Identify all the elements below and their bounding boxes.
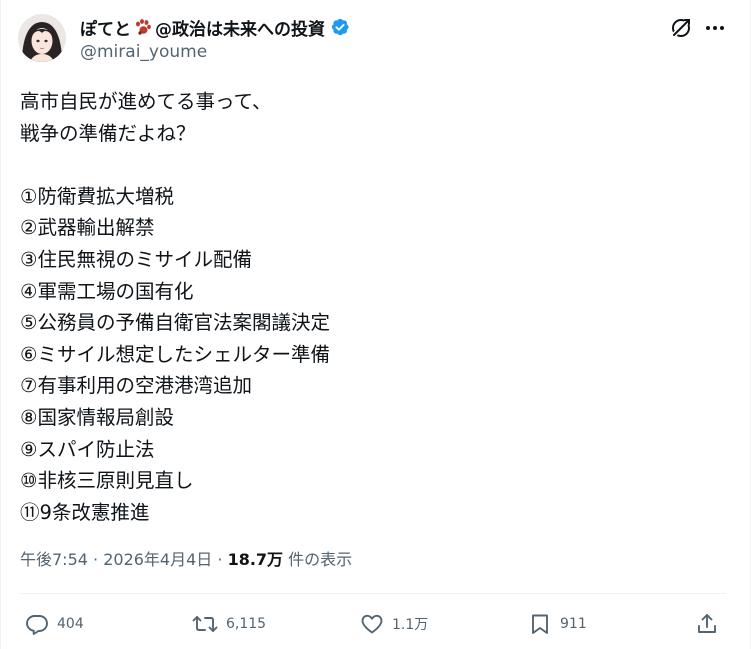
author-name[interactable]: ぽてと @政治は未来への投資 [80,13,350,41]
tweet-date[interactable]: 2026年4月4日 [103,550,212,569]
tweet-line: ⑦有事利用の空港港湾追加 [20,374,252,398]
tweet-line: 高市自民が進めてる事って、 [20,90,272,113]
bookmark-count: 911 [560,616,587,632]
bookmark-button[interactable]: 911 [528,609,587,639]
author-handle[interactable]: @mirai_youme [80,42,207,62]
like-icon [361,614,383,634]
tweet-line: ⑤公務員の予備自衛官法案閣議決定 [20,311,330,335]
tweet-line: ③住民無視のミサイル配備 [20,247,252,271]
tweet-line: ⑧国家情報局創設 [20,405,174,429]
avatar[interactable] [18,14,66,62]
tweet-line: ⑪9条改憲推進 [20,500,150,524]
tweet-line: ⑩非核三原則見直し [20,469,194,493]
tweet-text: 高市自民が進めてる事って、 戦争の準備だよね？ ①防衛費拡大増税 ②武器輸出解禁… [20,86,720,528]
tweet-card: ぽてと @政治は未来への投資 @mirai_youme 高市自民が進めてる事って… [0,0,751,649]
avatar-illustration [18,14,66,62]
meta-separator: · [87,550,104,569]
share-icon [698,614,716,633]
tweet-line: ⑨スパイ防止法 [20,437,155,461]
tweet-line: 戦争の準備だよね？ [20,121,196,145]
display-name-prefix: ぽてと [80,19,131,40]
like-button[interactable]: 1.1万 [360,609,428,639]
reply-icon [26,615,48,635]
grok-icon[interactable] [668,15,694,41]
divider [20,593,726,594]
share-button[interactable] [695,609,719,639]
tweet-line: ⑥ミサイル想定したシェルター準備 [20,342,330,366]
verified-badge-icon [330,17,350,37]
repost-button[interactable]: 6,115 [192,609,266,639]
like-count: 1.1万 [392,617,429,633]
more-icon[interactable] [702,15,728,41]
meta-separator: · [212,550,228,569]
reply-button[interactable]: 404 [25,609,84,639]
display-name-suffix: @政治は未来への投資 [155,19,325,40]
repost-count: 6,115 [226,616,267,632]
view-count: 18.7万 [227,550,284,569]
tweet-time[interactable]: 午後7:54 [20,550,88,569]
paw-icon [134,18,152,36]
tweet-line: ②武器輸出解禁 [20,216,155,240]
tweet-line: ④軍需工場の国有化 [20,279,194,303]
view-label: 件の表示 [283,550,353,569]
bookmark-icon [532,614,548,634]
tweet-meta: 午後7:54 · 2026年4月4日 · 18.7万 件の表示 [20,546,352,570]
repost-icon [192,616,218,632]
reply-count: 404 [57,616,84,632]
tweet-line: ①防衛費拡大増税 [20,184,174,208]
